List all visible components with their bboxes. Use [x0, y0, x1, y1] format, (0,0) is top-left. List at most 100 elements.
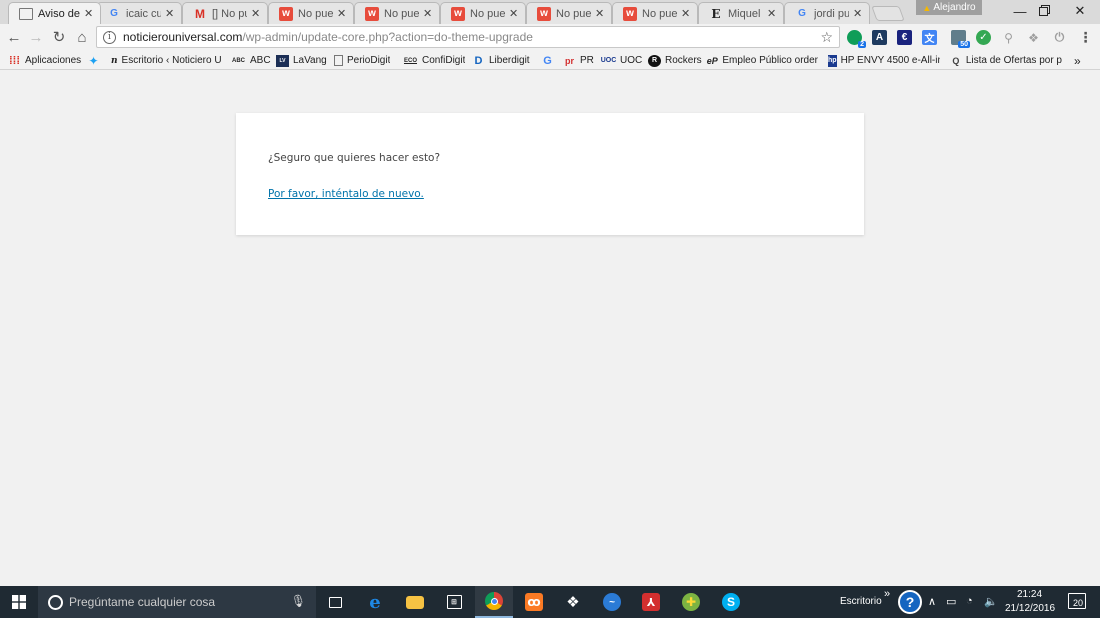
reload-button[interactable]: ↻ — [49, 27, 69, 47]
tab-wallapop-5[interactable]: w No pued ✕ — [612, 2, 698, 24]
clock-date[interactable]: 21/12/2016 — [1005, 603, 1055, 614]
retry-link[interactable]: Por favor, inténtalo de nuevo. — [268, 188, 424, 200]
power-icon[interactable]: ⏻ — [1052, 30, 1067, 45]
translate-icon[interactable]: 文 — [922, 30, 937, 45]
acrobat-icon[interactable]: ⅄ — [632, 586, 670, 618]
bookmark-liberdigit[interactable]: D Liberdigit — [472, 53, 530, 68]
bookmark-lavang[interactable]: LV LaVang — [276, 53, 327, 68]
bookmark-rockers[interactable]: R Rockers — [648, 53, 702, 68]
battery-icon[interactable]: ▭ — [946, 595, 956, 608]
pin-icon[interactable]: ⚲ — [1001, 30, 1016, 45]
page-icon — [334, 55, 343, 66]
apps-grid-icon: ⁞⁞⁞ — [9, 54, 20, 67]
bookmark-ofertas[interactable]: Q Lista de Ofertas por p — [950, 53, 1062, 68]
tab-title: No pued — [470, 7, 505, 20]
tab-wallapop-3[interactable]: w No pued ✕ — [440, 2, 526, 24]
restore-button[interactable] — [1025, 0, 1061, 22]
menu-dots-icon[interactable]: ⋮ — [1078, 29, 1093, 45]
forward-button[interactable]: → — [26, 27, 46, 47]
profile-button[interactable]: ▲ Alejandro — [916, 0, 982, 15]
file-explorer-icon[interactable] — [396, 586, 434, 618]
abc-icon: ABC — [232, 57, 245, 64]
pr-icon: pr — [565, 55, 574, 66]
close-tab-icon[interactable]: ✕ — [251, 7, 261, 20]
tab-wallapop-4[interactable]: w No pued ✕ — [526, 2, 612, 24]
bookmark-label: Aplicaciones — [25, 55, 82, 66]
show-hidden-icons-chevron-icon[interactable]: ∧ — [928, 595, 936, 608]
tab-gmail[interactable]: M [] No pu ✕ — [182, 2, 268, 24]
close-tab-icon[interactable]: ✕ — [681, 7, 691, 20]
volume-icon[interactable]: 🔈 — [984, 595, 998, 608]
desktop-toolbar-label[interactable]: Escritorio — [840, 596, 882, 607]
chrome-icon[interactable] — [475, 586, 513, 618]
bookmark-empleo[interactable]: eP Empleo Público order — [706, 53, 818, 68]
toolbar-expand-icon[interactable]: » — [884, 588, 890, 600]
bookmark-label: ABC — [250, 55, 271, 66]
bookmark-uoc[interactable]: UOC UOC — [601, 53, 642, 68]
close-tab-icon[interactable]: ✕ — [84, 7, 94, 20]
address-bar[interactable]: i noticierouniversal.com/wp-admin/update… — [96, 26, 840, 48]
bookmark-label: Rockers — [665, 55, 702, 66]
tab-title: jordi puj — [814, 7, 849, 20]
twitter-icon: ✦ — [88, 53, 99, 68]
bookmark-a-icon[interactable]: A — [872, 30, 887, 45]
filezilla-icon[interactable]: ~ — [593, 586, 631, 618]
back-button[interactable]: ← — [4, 27, 24, 47]
clock-time[interactable]: 21:24 — [1017, 589, 1042, 600]
bookmark-label: PerioDigit — [347, 55, 391, 66]
cortana-search-box[interactable]: Pregúntame cualquier cosa 🎙 — [38, 586, 316, 618]
hangouts-icon[interactable]: 2 — [847, 30, 866, 48]
offer-icon: Q — [952, 55, 960, 66]
bookmark-confidigit[interactable]: ECO ConfiDigit — [403, 53, 465, 68]
xampp-icon[interactable]: ꝏ — [515, 586, 553, 618]
google-icon: G — [110, 8, 118, 19]
bookmark-label: PR — [580, 55, 594, 66]
uoc-icon: UOC — [601, 57, 617, 64]
wifi-icon[interactable]: ◔ — [966, 595, 973, 607]
check-icon[interactable]: ✓ — [976, 30, 991, 45]
tab-title: Miquel It — [728, 7, 763, 20]
store-icon[interactable]: ⊞ — [435, 586, 473, 618]
bookmark-abc[interactable]: ABC ABC — [231, 53, 271, 68]
bookmark-star-icon[interactable]: ☆ — [820, 29, 833, 46]
task-view-icon[interactable] — [316, 586, 354, 618]
close-tab-icon[interactable]: ✕ — [337, 7, 347, 20]
bookmarks-more-button[interactable]: » — [1074, 53, 1081, 68]
microphone-icon[interactable]: 🎙 — [291, 594, 306, 608]
tab-wallapop-1[interactable]: w No pued ✕ — [268, 2, 354, 24]
bookmark-apps[interactable]: ⁞⁞⁞ Aplicaciones — [8, 53, 81, 68]
bookmark-hp[interactable]: hp HP ENVY 4500 e-All-in — [828, 53, 940, 68]
skype-icon[interactable]: S — [712, 586, 750, 618]
tab-miquel[interactable]: E Miquel It ✕ — [698, 2, 784, 24]
close-tab-icon[interactable]: ✕ — [853, 7, 863, 20]
home-button[interactable]: ⌂ — [72, 27, 92, 47]
calendar-icon[interactable]: 50 — [951, 30, 970, 48]
help-icon[interactable]: ? — [898, 590, 922, 614]
bookmark-pr[interactable]: pr PR — [563, 53, 594, 68]
new-tab-button[interactable] — [871, 6, 905, 21]
close-tab-icon[interactable]: ✕ — [165, 7, 175, 20]
close-tab-icon[interactable]: ✕ — [423, 7, 433, 20]
action-center-icon[interactable]: 20 — [1068, 593, 1086, 609]
bookmark-periodigit[interactable]: PerioDigit — [334, 53, 390, 68]
bookmark-label: Escritorio ‹ Noticiero U — [121, 55, 221, 66]
close-tab-icon[interactable]: ✕ — [767, 7, 777, 20]
start-button[interactable] — [0, 586, 38, 618]
info-icon[interactable]: i — [103, 30, 116, 44]
dropbox-icon[interactable]: ❖ — [1026, 30, 1041, 45]
tab-title: No pued — [298, 7, 333, 20]
tab-aviso[interactable]: Aviso de ✕ — [8, 2, 101, 24]
close-window-button[interactable]: ✕ — [1062, 0, 1098, 22]
edge-icon[interactable]: e — [356, 586, 394, 618]
media-icon[interactable]: ✚ — [672, 586, 710, 618]
bookmark-twitter[interactable]: ✦ — [87, 53, 104, 68]
tab-google-2[interactable]: G jordi puj ✕ — [784, 2, 870, 24]
bookmark-google[interactable]: G — [541, 53, 558, 68]
dropbox-icon[interactable]: ❖ — [554, 586, 592, 618]
close-tab-icon[interactable]: ✕ — [509, 7, 519, 20]
close-tab-icon[interactable]: ✕ — [595, 7, 605, 20]
tab-google-1[interactable]: G icaic cult ✕ — [96, 2, 182, 24]
bookmark-escritorio[interactable]: n Escritorio ‹ Noticiero U — [111, 53, 221, 68]
tab-wallapop-2[interactable]: w No pued ✕ — [354, 2, 440, 24]
euro-icon[interactable]: € — [897, 30, 912, 45]
